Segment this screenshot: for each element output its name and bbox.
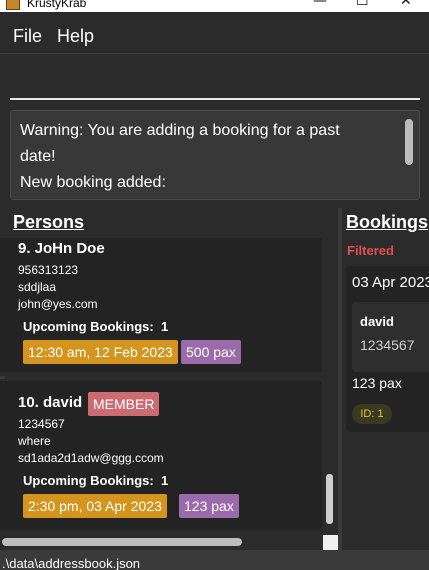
scrollbar-thumb[interactable] bbox=[2, 538, 242, 546]
upcoming-bookings-label: Upcoming Bookings: 1 bbox=[23, 319, 169, 334]
result-line: date! bbox=[20, 148, 56, 165]
person-email: sd1ada2d1adw@ggg.ccom bbox=[18, 451, 164, 465]
person-address: where bbox=[18, 434, 51, 448]
panel-divider[interactable] bbox=[338, 208, 342, 550]
window-title: KrustyKrab bbox=[27, 0, 87, 10]
booking-customer-name: david bbox=[360, 314, 394, 329]
menu-file[interactable]: File bbox=[13, 26, 42, 47]
person-phone: 956313123 bbox=[18, 263, 79, 277]
person-list[interactable]: 9. JoHn Doe 956313123 sddjlaa john@yes.c… bbox=[0, 238, 338, 550]
member-tag: MEMBER bbox=[88, 392, 160, 416]
person-list-horizontal-scrollbar[interactable] bbox=[0, 535, 323, 549]
result-display: Warning: You are adding a booking for a … bbox=[10, 110, 420, 200]
person-card[interactable]: 10. david MEMBER 1234567 where sd1ada2d1… bbox=[0, 381, 323, 529]
booking-customer-phone: 1234567 bbox=[360, 337, 415, 353]
booking-card[interactable]: 03 Apr 2023 david 1234567 123 pax ID: 1 bbox=[346, 266, 429, 432]
scroll-corner bbox=[323, 535, 338, 550]
command-input[interactable] bbox=[10, 62, 420, 100]
person-card[interactable]: 9. JoHn Doe 956313123 sddjlaa john@yes.c… bbox=[0, 238, 323, 372]
bookings-heading: Bookings bbox=[346, 212, 429, 232]
maximize-button[interactable]: ☐ bbox=[356, 0, 369, 8]
status-bar: .\data\addressbook.json bbox=[0, 550, 429, 570]
menu-bar: File Help bbox=[0, 12, 429, 54]
minimize-button[interactable]: — bbox=[313, 0, 327, 8]
booking-id-badge: ID: 1 bbox=[352, 404, 392, 424]
person-phone: 1234567 bbox=[18, 417, 65, 431]
filtered-label: Filtered bbox=[347, 243, 394, 258]
booking-time-tag: 2:30 pm, 03 Apr 2023 bbox=[23, 494, 167, 518]
data-file-path: .\data\addressbook.json bbox=[2, 556, 141, 570]
title-bar: KrustyKrab — ☐ ✕ bbox=[0, 0, 429, 12]
close-button[interactable]: ✕ bbox=[400, 0, 412, 8]
upcoming-bookings-label: Upcoming Bookings: 1 bbox=[23, 473, 169, 488]
scrollbar-thumb[interactable] bbox=[326, 474, 333, 524]
booking-time-tag: 12:30 am, 12 Feb 2023 bbox=[23, 340, 178, 364]
person-email: john@yes.com bbox=[18, 297, 98, 311]
booking-customer-card: david 1234567 bbox=[352, 302, 429, 372]
person-name: 9. JoHn Doe bbox=[18, 240, 105, 257]
person-list-vertical-scrollbar[interactable] bbox=[322, 238, 336, 542]
app-icon bbox=[6, 0, 20, 10]
result-scrollbar[interactable] bbox=[405, 119, 413, 165]
persons-heading: Persons bbox=[13, 212, 85, 232]
booking-date: 03 Apr 2023 bbox=[352, 274, 429, 291]
booking-pax-tag: 123 pax bbox=[179, 494, 239, 518]
booking-pax-tag: 500 pax bbox=[181, 340, 241, 364]
booking-pax: 123 pax bbox=[352, 375, 402, 391]
result-line: Warning: You are adding a booking for a … bbox=[20, 122, 340, 139]
list-divider bbox=[0, 376, 5, 379]
person-address: sddjlaa bbox=[18, 280, 57, 294]
person-name: 10. david bbox=[18, 394, 83, 411]
result-line: New booking added: bbox=[20, 174, 166, 191]
menu-help[interactable]: Help bbox=[57, 26, 94, 47]
